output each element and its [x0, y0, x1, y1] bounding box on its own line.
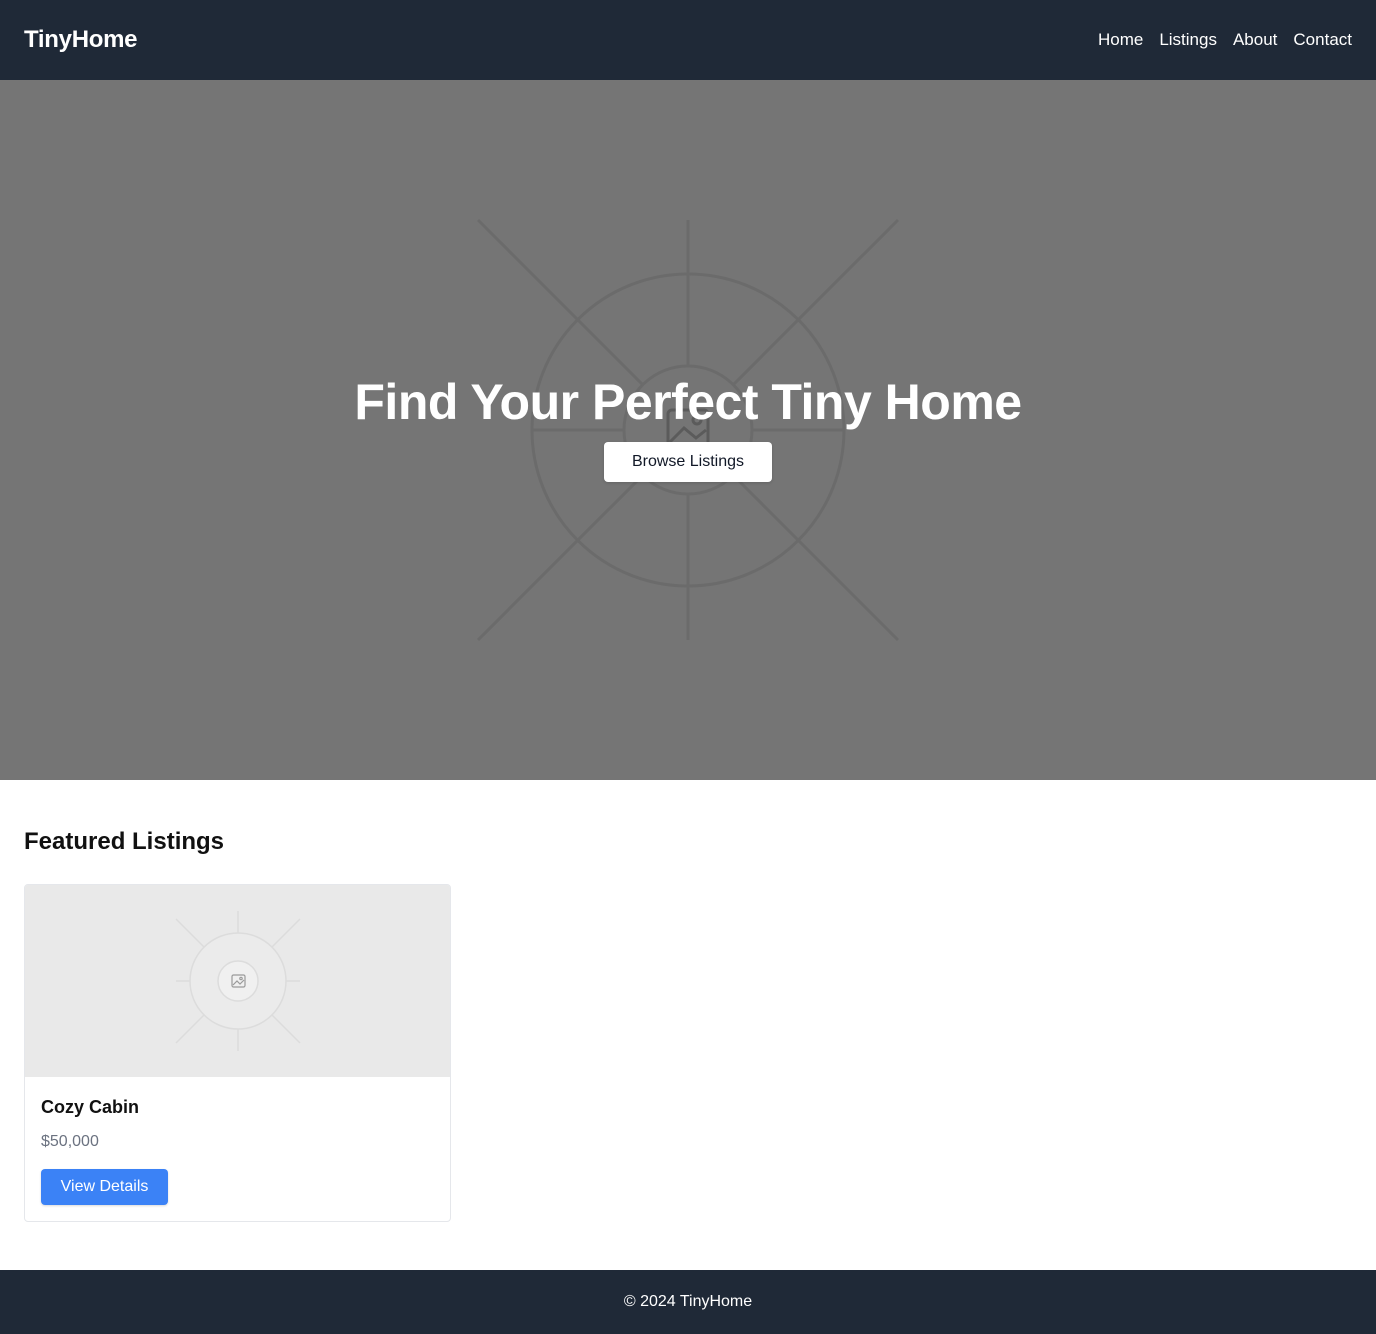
nav-link-listings[interactable]: Listings	[1159, 30, 1217, 50]
hero-section: Find Your Perfect Tiny Home Browse Listi…	[0, 80, 1376, 780]
site-header: TinyHome Home Listings About Contact	[0, 0, 1376, 80]
nav-link-contact[interactable]: Contact	[1293, 30, 1352, 50]
featured-listings-title: Featured Listings	[24, 828, 225, 855]
listing-card: Cozy Cabin $50,000 View Details	[24, 884, 451, 1222]
listing-image-placeholder	[25, 885, 450, 1077]
listing-price: $50,000	[41, 1133, 99, 1150]
main-nav: Home Listings About Contact	[1098, 30, 1352, 50]
brand-logo[interactable]: TinyHome	[24, 26, 137, 54]
browse-listings-button[interactable]: Browse Listings	[604, 442, 772, 482]
footer-copyright: © 2024 TinyHome	[623, 1293, 753, 1310]
hero-title: Find Your Perfect Tiny Home	[354, 374, 1022, 430]
nav-link-about[interactable]: About	[1233, 30, 1277, 50]
view-details-button[interactable]: View Details	[41, 1169, 168, 1205]
nav-link-home[interactable]: Home	[1098, 30, 1143, 50]
site-footer: © 2024 TinyHome	[0, 1270, 1376, 1334]
listing-title: Cozy Cabin	[41, 1097, 140, 1117]
